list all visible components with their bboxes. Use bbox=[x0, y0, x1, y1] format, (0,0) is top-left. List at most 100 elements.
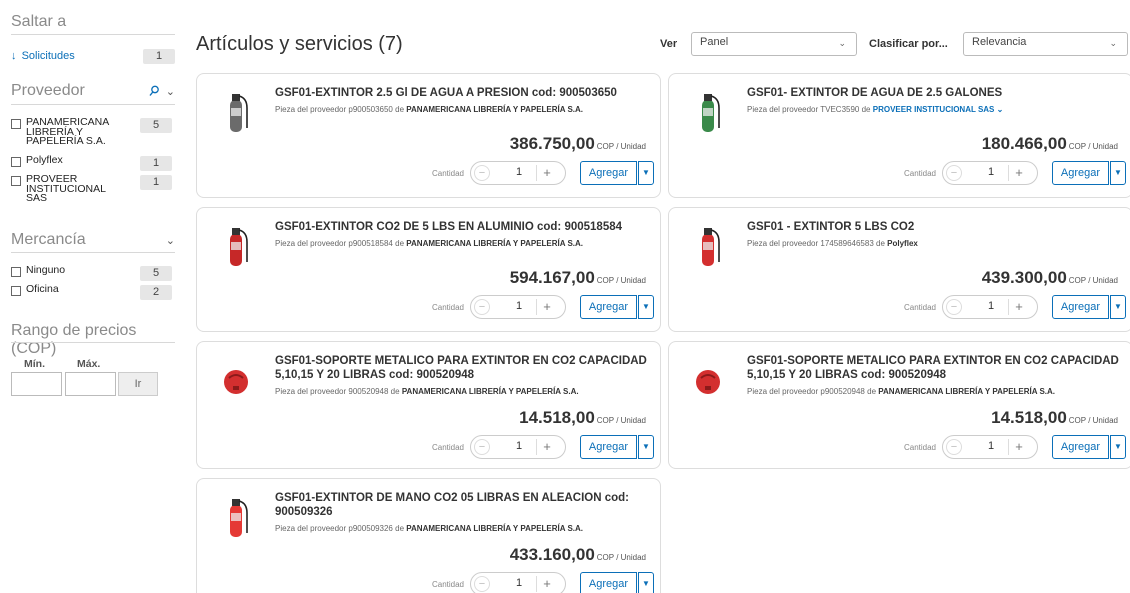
fire-extinguisher-icon[interactable] bbox=[217, 222, 255, 270]
product-title[interactable]: GSF01 - EXTINTOR 5 LBS CO2 bbox=[747, 220, 1122, 234]
filter-label: Polyflex bbox=[26, 154, 63, 166]
filter-merch-office[interactable]: Oficina 2 bbox=[11, 284, 175, 300]
quantity-value[interactable]: 1 bbox=[983, 300, 999, 312]
max-price-input[interactable] bbox=[65, 372, 116, 396]
product-title[interactable]: GSF01-EXTINTOR CO2 DE 5 LBS EN ALUMINIO … bbox=[275, 220, 650, 234]
chevron-down-icon[interactable]: ⌄ bbox=[994, 105, 1004, 114]
increment-button[interactable]: + bbox=[1011, 299, 1027, 315]
supplier-of: de bbox=[876, 239, 885, 248]
quantity-label: Cantidad bbox=[431, 580, 464, 589]
filter-supplier-proveer[interactable]: PROVEER INSTITUCIONAL SAS 1 bbox=[11, 174, 175, 207]
quantity-stepper[interactable]: − 1 + bbox=[470, 161, 566, 185]
search-filter-icon[interactable] bbox=[148, 85, 162, 97]
chevron-down-icon[interactable]: ▼ bbox=[638, 435, 654, 459]
product-title[interactable]: GSF01- EXTINTOR DE AGUA DE 2.5 GALONES bbox=[747, 86, 1122, 100]
view-select[interactable]: Panel ⌄ bbox=[691, 32, 857, 56]
increment-button[interactable]: + bbox=[539, 165, 555, 181]
jump-link-requests[interactable]: ↓ Solicitudes bbox=[11, 50, 75, 62]
supplier-name: PANAMERICANA LIBRERÍA Y PAPELERÍA S.A. bbox=[406, 105, 584, 114]
bracket-icon[interactable] bbox=[689, 356, 727, 404]
fire-extinguisher-icon[interactable] bbox=[689, 88, 727, 136]
add-button[interactable]: Agregar bbox=[580, 295, 637, 319]
quantity-stepper[interactable]: − 1 + bbox=[470, 295, 566, 319]
price: 14.518,00 COP / Unidad bbox=[991, 408, 1118, 428]
filter-merch-none[interactable]: Ninguno 5 bbox=[11, 265, 175, 281]
checkbox[interactable] bbox=[11, 267, 21, 277]
chevron-down-icon[interactable]: ⌄ bbox=[166, 234, 175, 247]
product-title[interactable]: GSF01-EXTINTOR 2.5 Gl DE AGUA A PRESION … bbox=[275, 86, 650, 100]
product-title[interactable]: GSF01-EXTINTOR DE MANO CO2 05 LIBRAS EN … bbox=[275, 491, 650, 519]
quantity-stepper[interactable]: − 1 + bbox=[942, 435, 1038, 459]
quantity-stepper[interactable]: − 1 + bbox=[470, 435, 566, 459]
add-button[interactable]: Agregar bbox=[580, 161, 637, 185]
decrement-button[interactable]: − bbox=[946, 439, 962, 455]
supplier-line: Pieza del proveedor p900503650 de PANAME… bbox=[275, 105, 655, 114]
price: 386.750,00 COP / Unidad bbox=[510, 134, 646, 154]
quantity-value[interactable]: 1 bbox=[983, 440, 999, 452]
product-card[interactable]: GSF01-SOPORTE METALICO PARA EXTINTOR EN … bbox=[196, 341, 661, 469]
product-card[interactable]: GSF01-EXTINTOR DE MANO CO2 05 LIBRAS EN … bbox=[196, 478, 661, 593]
checkbox[interactable] bbox=[11, 176, 21, 186]
quantity-value[interactable]: 1 bbox=[511, 166, 527, 178]
filter-supplier-polyflex[interactable]: Polyflex 1 bbox=[11, 154, 175, 171]
fire-extinguisher-icon[interactable] bbox=[217, 493, 255, 541]
decrement-button[interactable]: − bbox=[946, 165, 962, 181]
checkbox[interactable] bbox=[11, 119, 21, 129]
quantity-stepper[interactable]: − 1 + bbox=[942, 295, 1038, 319]
sort-select[interactable]: Relevancia ⌄ bbox=[963, 32, 1128, 56]
product-card[interactable]: GSF01 - EXTINTOR 5 LBS CO2 Pieza del pro… bbox=[668, 207, 1130, 332]
go-button[interactable]: Ir bbox=[118, 372, 158, 396]
supplier-name-link[interactable]: PROVEER INSTITUCIONAL SAS bbox=[873, 105, 995, 114]
chevron-down-icon[interactable]: ▼ bbox=[638, 295, 654, 319]
decrement-button[interactable]: − bbox=[474, 439, 490, 455]
quantity-value[interactable]: 1 bbox=[511, 440, 527, 452]
product-title[interactable]: GSF01-SOPORTE METALICO PARA EXTINTOR EN … bbox=[275, 354, 650, 382]
price: 180.466,00 COP / Unidad bbox=[982, 134, 1118, 154]
part-number: p900509326 bbox=[348, 524, 393, 533]
increment-button[interactable]: + bbox=[1011, 439, 1027, 455]
product-title[interactable]: GSF01-SOPORTE METALICO PARA EXTINTOR EN … bbox=[747, 354, 1122, 382]
product-card[interactable]: GSF01-EXTINTOR CO2 DE 5 LBS EN ALUMINIO … bbox=[196, 207, 661, 332]
decrement-button[interactable]: − bbox=[946, 299, 962, 315]
add-button[interactable]: Agregar bbox=[1052, 161, 1109, 185]
add-button[interactable]: Agregar bbox=[1052, 295, 1109, 319]
decrement-button[interactable]: − bbox=[474, 299, 490, 315]
product-card[interactable]: GSF01- EXTINTOR DE AGUA DE 2.5 GALONES P… bbox=[668, 73, 1130, 198]
chevron-down-icon[interactable]: ▼ bbox=[638, 572, 654, 593]
product-card[interactable]: GSF01-EXTINTOR 2.5 Gl DE AGUA A PRESION … bbox=[196, 73, 661, 198]
increment-button[interactable]: + bbox=[539, 576, 555, 592]
checkbox[interactable] bbox=[11, 157, 21, 167]
part-number: 174589646583 bbox=[820, 239, 874, 248]
supplier-prefix: Pieza del proveedor bbox=[275, 524, 347, 533]
increment-button[interactable]: + bbox=[1011, 165, 1027, 181]
bracket-icon[interactable] bbox=[217, 356, 255, 404]
add-button[interactable]: Agregar bbox=[580, 572, 637, 593]
filter-supplier-panamericana[interactable]: PANAMERICANA LIBRERÍA Y PAPELERÍA S.A. 5 bbox=[11, 117, 175, 150]
add-button[interactable]: Agregar bbox=[1052, 435, 1109, 459]
quantity-stepper[interactable]: − 1 + bbox=[942, 161, 1038, 185]
quantity-value[interactable]: 1 bbox=[511, 300, 527, 312]
chevron-down-icon[interactable]: ▼ bbox=[638, 161, 654, 185]
chevron-down-icon[interactable]: ▼ bbox=[1110, 435, 1126, 459]
decrement-button[interactable]: − bbox=[474, 165, 490, 181]
add-button[interactable]: Agregar bbox=[580, 435, 637, 459]
chevron-down-icon[interactable]: ⌄ bbox=[166, 85, 175, 98]
quantity-stepper[interactable]: − 1 + bbox=[470, 572, 566, 593]
jump-heading: Saltar a bbox=[11, 13, 67, 30]
min-price-input[interactable] bbox=[11, 372, 62, 396]
chevron-down-icon[interactable]: ▼ bbox=[1110, 295, 1126, 319]
fire-extinguisher-icon[interactable] bbox=[689, 222, 727, 270]
fire-extinguisher-icon[interactable] bbox=[217, 88, 255, 136]
increment-button[interactable]: + bbox=[539, 299, 555, 315]
product-card[interactable]: GSF01-SOPORTE METALICO PARA EXTINTOR EN … bbox=[668, 341, 1130, 469]
count-badge: 1 bbox=[143, 49, 175, 64]
sort-label: Clasificar por... bbox=[869, 38, 948, 50]
chevron-down-icon[interactable]: ▼ bbox=[1110, 161, 1126, 185]
quantity-value[interactable]: 1 bbox=[983, 166, 999, 178]
decrement-button[interactable]: − bbox=[474, 576, 490, 592]
supplier-prefix: Pieza del proveedor bbox=[275, 387, 347, 396]
checkbox[interactable] bbox=[11, 286, 21, 296]
quantity-value[interactable]: 1 bbox=[511, 577, 527, 589]
supplier-line: Pieza del proveedor 900520948 de PANAMER… bbox=[275, 387, 655, 396]
increment-button[interactable]: + bbox=[539, 439, 555, 455]
